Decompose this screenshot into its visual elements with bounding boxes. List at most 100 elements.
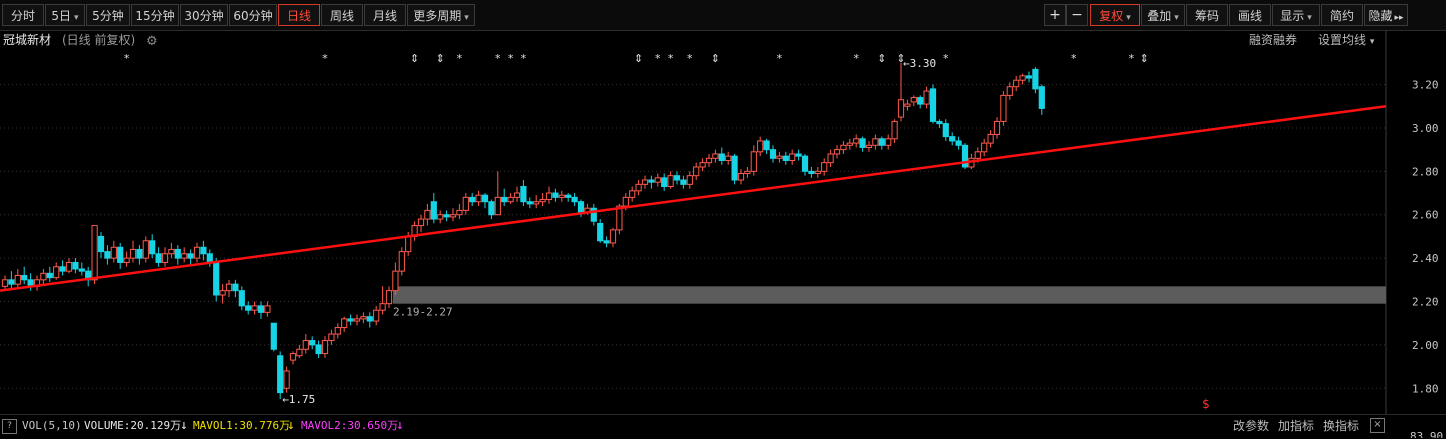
close-icon[interactable]: × [1370, 418, 1385, 433]
candlestick-chart[interactable]: 3.20 3.00 2.80 2.60 2.40 2.20 2.00 1.80 ←3.30 ←1.… [0, 0, 1446, 438]
volume-value: VOLUME:20.129万 [84, 419, 182, 432]
candle-body [776, 155, 783, 159]
y-tick-label: 2.00 [1412, 339, 1439, 352]
tab-period-8[interactable]: 月线 [364, 4, 406, 26]
chevron-down-icon: ▾ [1307, 13, 1312, 23]
toolbar-button-0[interactable]: 复权 ▾ [1090, 4, 1140, 26]
candle-body [366, 316, 373, 322]
tab-period-5[interactable]: 60分钟 [229, 4, 277, 26]
candle-body [206, 253, 213, 263]
gear-icon[interactable]: ⚙ [146, 32, 158, 52]
candle-body [757, 140, 764, 153]
zoom-out-button[interactable]: − [1066, 4, 1088, 26]
candle-body [8, 279, 15, 285]
candle-body [225, 283, 233, 292]
candle-body [168, 248, 175, 255]
candle-body [296, 348, 303, 357]
candle-body [1032, 68, 1039, 90]
tab-period-6[interactable]: 日线 [278, 4, 320, 26]
candle-body [475, 194, 482, 203]
help-icon[interactable]: ? [2, 419, 17, 434]
candle-body [283, 370, 290, 389]
candle-body [513, 192, 521, 198]
candle-body [117, 246, 124, 263]
event-marker: ⇕ [410, 52, 419, 65]
toolbar-button-3[interactable]: 画线 [1229, 4, 1271, 26]
candle-body [347, 318, 354, 322]
toolbar-button-6[interactable]: 隐藏 ▸▸ [1364, 4, 1408, 26]
tab-period-3[interactable]: 15分钟 [131, 4, 179, 26]
candle-body [507, 196, 514, 203]
candle-body [904, 103, 911, 107]
event-marker: * [853, 52, 859, 65]
event-marker: * [687, 52, 693, 65]
zoom-in-button[interactable]: + [1044, 4, 1066, 26]
chevron-down-icon: ▾ [74, 13, 79, 23]
tab-period-4[interactable]: 30分钟 [180, 4, 228, 26]
toolbar-button-1[interactable]: 叠加 ▾ [1141, 4, 1185, 26]
tab-label: 30分钟 [184, 9, 224, 23]
tab-period-9[interactable]: 更多周期 ▾ [407, 4, 475, 26]
candle-body [315, 344, 322, 355]
candle-body [123, 257, 130, 263]
candle-body [213, 261, 220, 296]
add-indicator-button[interactable]: 加指标 [1278, 415, 1314, 437]
candle-body [917, 97, 924, 105]
candle-body [885, 138, 892, 146]
candle-body [46, 272, 53, 279]
margin-trading-link[interactable]: 融资融券 [1249, 30, 1297, 50]
ma-settings-dropdown[interactable]: 设置均线 ▾ [1318, 30, 1374, 52]
tab-period-2[interactable]: 5分钟 [86, 4, 130, 26]
candle-body [481, 194, 489, 203]
candle-body [405, 235, 412, 253]
candle-body [833, 149, 841, 155]
change-params-button[interactable]: 改参数 [1233, 415, 1269, 437]
candle-body [437, 214, 444, 220]
vol-indicator-name[interactable]: VOL(5,10) [22, 415, 82, 437]
candle-body [801, 155, 809, 172]
candle-body [238, 290, 245, 307]
candle-body [1025, 75, 1033, 79]
candle-body [341, 318, 348, 329]
tab-period-7[interactable]: 周线 [321, 4, 363, 26]
toolbar-button-label: 显示 [1280, 9, 1305, 23]
candle-body [705, 157, 713, 164]
mavol2-arrow-icon: ↓ [396, 418, 404, 433]
candle-body [718, 153, 725, 161]
switch-indicator-button[interactable]: 换指标 [1323, 415, 1359, 437]
toolbar-button-5[interactable]: 简约 [1321, 4, 1363, 26]
volume-indicator-bar: ? VOL(5,10) VOLUME:20.129万 ↓ MAVOL1:30.7… [0, 414, 1446, 439]
event-marker: * [521, 52, 527, 65]
candle-body [200, 246, 207, 255]
candle-body [827, 153, 834, 164]
candle-body [142, 240, 149, 259]
candle-body [53, 266, 60, 279]
candle-body [181, 253, 188, 259]
chevron-down-icon: ▾ [1126, 13, 1131, 23]
candle-body [769, 149, 777, 159]
candle-body [654, 177, 661, 183]
candle-body [782, 155, 789, 161]
y-tick-label: 2.80 [1412, 165, 1439, 178]
candle-body [462, 196, 469, 211]
y-tick-label: 3.20 [1412, 79, 1439, 92]
toolbar-button-2[interactable]: 筹码 [1186, 4, 1228, 26]
candle-body [763, 140, 770, 151]
candle-body [552, 192, 559, 198]
event-marker: * [777, 52, 783, 65]
candle-body [955, 140, 962, 146]
candle-body [193, 246, 201, 259]
tab-period-1[interactable]: 5日 ▾ [45, 4, 85, 26]
candle-body [897, 99, 905, 118]
event-marker: * [943, 52, 949, 65]
candle-body [558, 194, 565, 198]
tab-label: 更多周期 [413, 9, 462, 23]
toolbar-button-4[interactable]: 显示 ▾ [1272, 4, 1320, 26]
toolbar-button-label: 隐藏 [1368, 9, 1393, 23]
tab-period-0[interactable]: 分时 [2, 4, 44, 26]
candle-body [430, 201, 437, 220]
candle-body [629, 190, 636, 198]
candle-body [865, 144, 873, 148]
candle-body [21, 274, 28, 281]
event-marker: ⇕ [1140, 52, 1149, 65]
